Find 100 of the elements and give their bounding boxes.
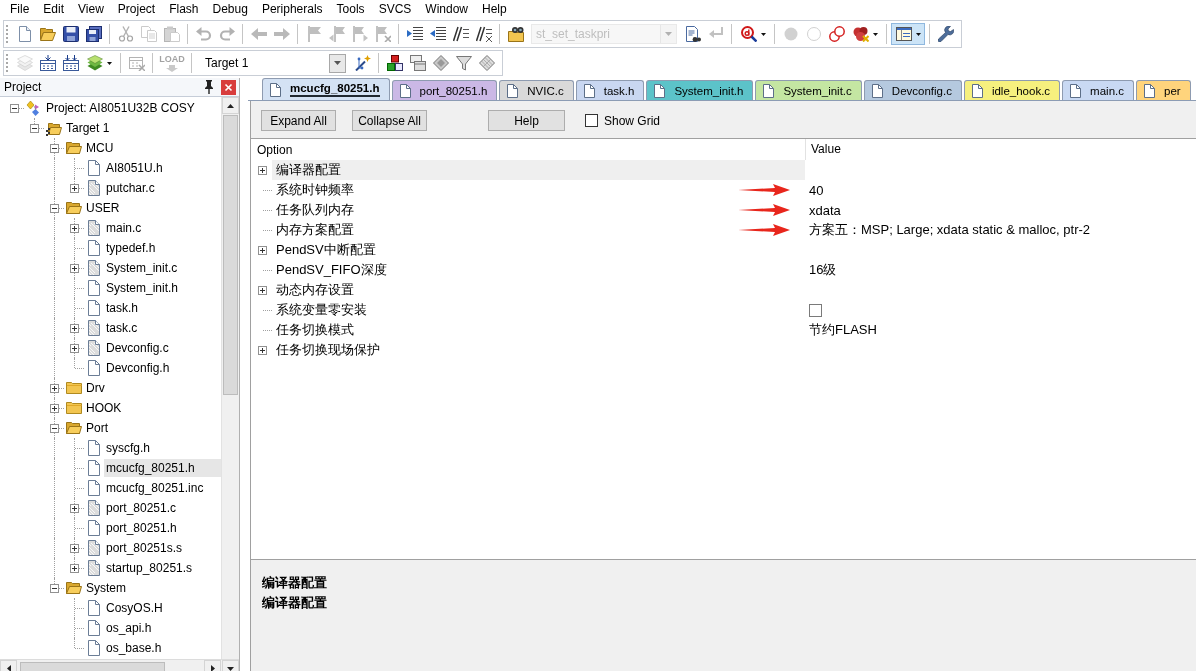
checkbox[interactable]: [585, 114, 598, 127]
wrench-icon[interactable]: [937, 26, 954, 42]
grid-arrows-icon[interactable]: [62, 55, 79, 71]
open-folder-icon[interactable]: [39, 26, 56, 42]
diamond-icon[interactable]: [432, 55, 449, 71]
plus-box-icon[interactable]: [70, 264, 79, 273]
plus-box-icon[interactable]: [70, 544, 79, 553]
push-button[interactable]: Expand All: [261, 110, 336, 131]
pin-icon[interactable]: [203, 80, 215, 94]
menu-item[interactable]: File: [3, 0, 37, 19]
plus-box-icon[interactable]: [70, 324, 79, 333]
option-name[interactable]: 编译器配置: [272, 160, 805, 180]
tab[interactable]: port_80251.h: [391, 80, 498, 100]
menu-item[interactable]: Tools: [329, 0, 372, 19]
option-name[interactable]: 任务切换模式: [272, 320, 354, 340]
tree-item[interactable]: CosyOS.H: [104, 599, 165, 617]
plus-box-icon[interactable]: [258, 166, 267, 175]
push-button[interactable]: Help: [488, 110, 565, 131]
menu-item[interactable]: Project: [110, 0, 163, 19]
option-name[interactable]: 内存方案配置: [272, 220, 354, 240]
comment-icon[interactable]: [452, 26, 469, 42]
minus-box-icon[interactable]: [50, 144, 59, 153]
tree-item[interactable]: port_80251.c: [104, 499, 179, 517]
tree-item[interactable]: os_base.h: [104, 639, 164, 657]
tree-item[interactable]: mcucfg_80251.inc: [104, 479, 206, 497]
option-value[interactable]: 16级: [805, 261, 837, 279]
tab[interactable]: per: [1136, 80, 1191, 100]
layers-icon[interactable]: [87, 55, 103, 71]
funnel-icon[interactable]: [455, 55, 472, 71]
menu-item[interactable]: Edit: [36, 0, 72, 19]
tree-item[interactable]: syscfg.h: [104, 439, 152, 457]
magnifier-icon[interactable]: [741, 26, 757, 42]
stacked-windows-icon[interactable]: [409, 55, 426, 71]
folder-binoculars-icon[interactable]: [507, 26, 524, 42]
tree-item[interactable]: Project: AI8051U32B COSY: [44, 99, 197, 117]
option-name[interactable]: 任务队列内存: [272, 200, 354, 220]
caret-icon[interactable]: [916, 32, 921, 36]
tab[interactable]: Devconfig.c: [863, 80, 962, 100]
tree-item[interactable]: System: [84, 579, 128, 597]
caret-icon[interactable]: [873, 32, 878, 36]
scrollbar-thumb[interactable]: [223, 115, 238, 395]
save-icon[interactable]: [62, 26, 79, 42]
tab[interactable]: System_init.h: [646, 80, 754, 100]
window-layout-icon[interactable]: [896, 26, 912, 42]
uncomment-icon[interactable]: [475, 26, 492, 42]
option-value[interactable]: 方案五：MSP; Large; xdata static & malloc, ptr-2: [805, 221, 1091, 239]
tree-item[interactable]: main.c: [104, 219, 144, 237]
checkbox-label[interactable]: Show Grid: [604, 114, 661, 128]
tree-item[interactable]: mcucfg_80251.h: [104, 459, 221, 477]
menu-item[interactable]: SVCS: [371, 0, 419, 19]
tab[interactable]: System_init.c: [755, 80, 862, 100]
plus-box-icon[interactable]: [70, 184, 79, 193]
option-name[interactable]: PendSV_FIFO深度: [272, 260, 387, 280]
tree-item[interactable]: Port: [84, 419, 110, 437]
caret-icon[interactable]: [761, 32, 766, 36]
plus-box-icon[interactable]: [258, 246, 267, 255]
tree-item[interactable]: MCU: [84, 139, 116, 157]
magic-wand-icon[interactable]: [354, 55, 371, 71]
new-file-icon[interactable]: [16, 26, 33, 42]
tree-item[interactable]: Target 1: [64, 119, 112, 137]
cross-cluster-icon[interactable]: [853, 26, 869, 42]
plus-box-icon[interactable]: [70, 564, 79, 573]
tab[interactable]: mcucfg_80251.h: [262, 78, 390, 100]
plus-box-icon[interactable]: [50, 404, 59, 413]
menu-item[interactable]: View: [71, 0, 111, 19]
tree-item[interactable]: putchar.c: [104, 179, 157, 197]
tree-item[interactable]: task.h: [104, 299, 140, 317]
tree-item[interactable]: Devconfig.c: [104, 339, 171, 357]
option-name[interactable]: 动态内存设置: [272, 280, 354, 300]
tree-item[interactable]: port_80251s.s: [104, 539, 185, 557]
save-all-icon[interactable]: [85, 26, 102, 42]
plus-box-icon[interactable]: [258, 346, 267, 355]
tree-item[interactable]: System_init.c: [104, 259, 180, 277]
menu-item[interactable]: Debug: [205, 0, 255, 19]
document-binoculars-icon[interactable]: [684, 26, 701, 42]
tree-item[interactable]: port_80251.h: [104, 519, 179, 537]
option-name[interactable]: 系统时钟频率: [272, 180, 354, 200]
tab[interactable]: main.c: [1062, 80, 1134, 100]
double-circle-icon[interactable]: [828, 26, 845, 42]
plus-box-icon[interactable]: [70, 224, 79, 233]
dropdown-button[interactable]: [891, 23, 925, 45]
tree-item[interactable]: os_api.h: [104, 619, 154, 637]
option-value[interactable]: 40: [805, 182, 824, 198]
tree-item[interactable]: Devconfig.h: [104, 359, 172, 377]
menu-item[interactable]: Peripherals: [254, 0, 330, 19]
menu-item[interactable]: Help: [475, 0, 514, 19]
tab[interactable]: task.h: [575, 80, 645, 100]
tree-item[interactable]: System_init.h: [104, 279, 181, 297]
push-button[interactable]: Collapse All: [352, 110, 427, 131]
minus-box-icon[interactable]: [30, 124, 39, 133]
menu-item[interactable]: Window: [418, 0, 475, 19]
tab[interactable]: NVIC.c: [499, 80, 574, 100]
minus-box-icon[interactable]: [10, 104, 19, 113]
option-value[interactable]: 节约FLASH: [805, 321, 877, 339]
outdent-icon[interactable]: [429, 26, 446, 42]
plus-box-icon[interactable]: [70, 344, 79, 353]
option-value[interactable]: xdata: [805, 202, 841, 218]
tree-item[interactable]: HOOK: [84, 399, 124, 417]
tree-item[interactable]: task.c: [104, 319, 140, 337]
minus-box-icon[interactable]: [50, 584, 59, 593]
